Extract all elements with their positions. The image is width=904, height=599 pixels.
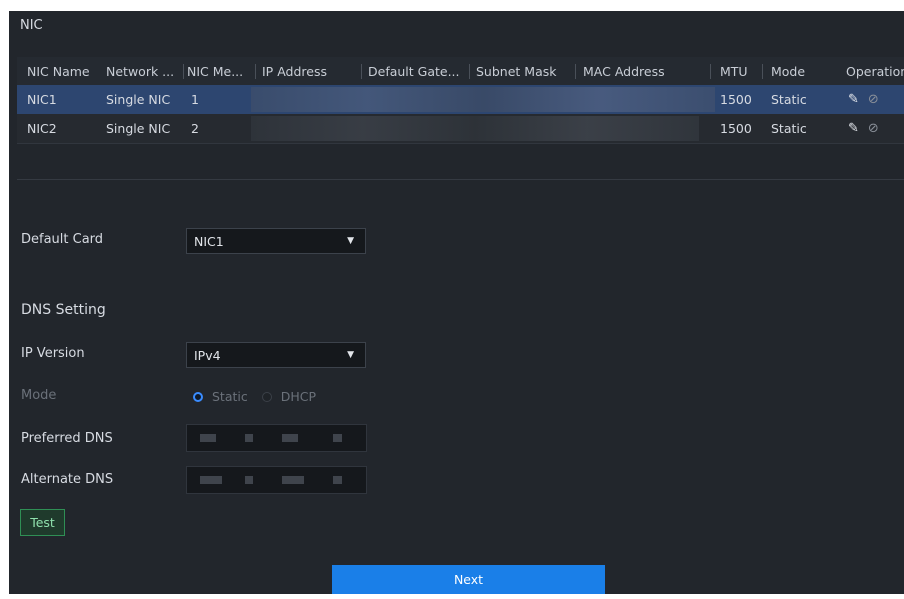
mtu-cell: 1500 [720, 121, 752, 136]
page-title: NIC [20, 18, 43, 33]
next-button[interactable]: Next [332, 565, 605, 594]
ip-version-label: IP Version [21, 346, 85, 361]
dhcp-radio[interactable] [261, 391, 272, 402]
mode-cell: Static [771, 121, 807, 136]
table-row[interactable]: NIC2 Single NIC 2 1500 Static ✎ ⊘ [17, 114, 904, 144]
column-header-subnet-mask: Subnet Mask [476, 63, 557, 79]
mode-cell: Static [771, 92, 807, 107]
dns-setting-title: DNS Setting [21, 302, 106, 318]
default-card-select[interactable]: NIC1 ▼ [186, 228, 366, 254]
redacted-network-info [251, 116, 699, 141]
static-radio[interactable] [193, 391, 203, 402]
nic-settings-panel: NIC NIC Name Network ... NIC Me... IP Ad… [9, 11, 904, 594]
default-card-label: Default Card [21, 232, 104, 247]
preferred-dns-label: Preferred DNS [21, 431, 113, 446]
network-cell: Single NIC [106, 92, 171, 107]
ip-version-select[interactable]: IPv4 ▼ [186, 342, 366, 368]
column-header-mtu: MTU [720, 63, 748, 79]
column-header-default-gateway: Default Gate... [368, 63, 460, 79]
table-row[interactable]: NIC1 Single NIC 1 1500 Static ✎ ⊘ [17, 85, 904, 114]
redacted-network-info [251, 87, 715, 112]
column-header-mode: Mode [771, 63, 806, 79]
table-header: NIC Name Network ... NIC Me... IP Addres… [17, 57, 904, 85]
dropdown-arrow-icon: ▼ [347, 236, 354, 246]
preferred-dns-input[interactable] [186, 424, 367, 452]
ip-version-value: IPv4 [194, 347, 221, 363]
edit-pencil-icon[interactable]: ✎ [848, 92, 859, 107]
network-cell: Single NIC [106, 121, 171, 136]
static-radio-label: Static [212, 389, 248, 404]
operation-cell: ✎ ⊘ [848, 114, 888, 143]
column-header-nic-member: NIC Me... [187, 63, 244, 79]
column-header-network: Network ... [106, 63, 175, 79]
column-header-ip-address: IP Address [262, 63, 327, 79]
alternate-dns-input[interactable] [186, 466, 367, 494]
operation-cell: ✎ ⊘ [848, 85, 888, 114]
section-divider [17, 179, 904, 180]
default-card-value: NIC1 [194, 233, 224, 249]
nic-member-cell: 1 [191, 92, 199, 107]
unlink-icon[interactable]: ⊘ [868, 121, 879, 136]
column-header-nic-name: NIC Name [27, 63, 90, 79]
nic-member-cell: 2 [191, 121, 199, 136]
test-button[interactable]: Test [20, 509, 65, 536]
alternate-dns-label: Alternate DNS [21, 472, 114, 487]
dhcp-radio-label: DHCP [280, 389, 317, 404]
unlink-icon[interactable]: ⊘ [868, 92, 879, 107]
column-header-operation: Operation [846, 63, 904, 79]
edit-pencil-icon[interactable]: ✎ [848, 121, 859, 136]
nic-name-cell: NIC1 [27, 92, 57, 107]
mode-radio-group: Static DHCP [193, 389, 316, 404]
nic-name-cell: NIC2 [27, 121, 57, 136]
mtu-cell: 1500 [720, 92, 752, 107]
dropdown-arrow-icon: ▼ [347, 350, 354, 360]
mode-label: Mode [21, 388, 57, 403]
column-header-mac-address: MAC Address [583, 63, 665, 79]
nic-table: NIC Name Network ... NIC Me... IP Addres… [17, 57, 904, 144]
